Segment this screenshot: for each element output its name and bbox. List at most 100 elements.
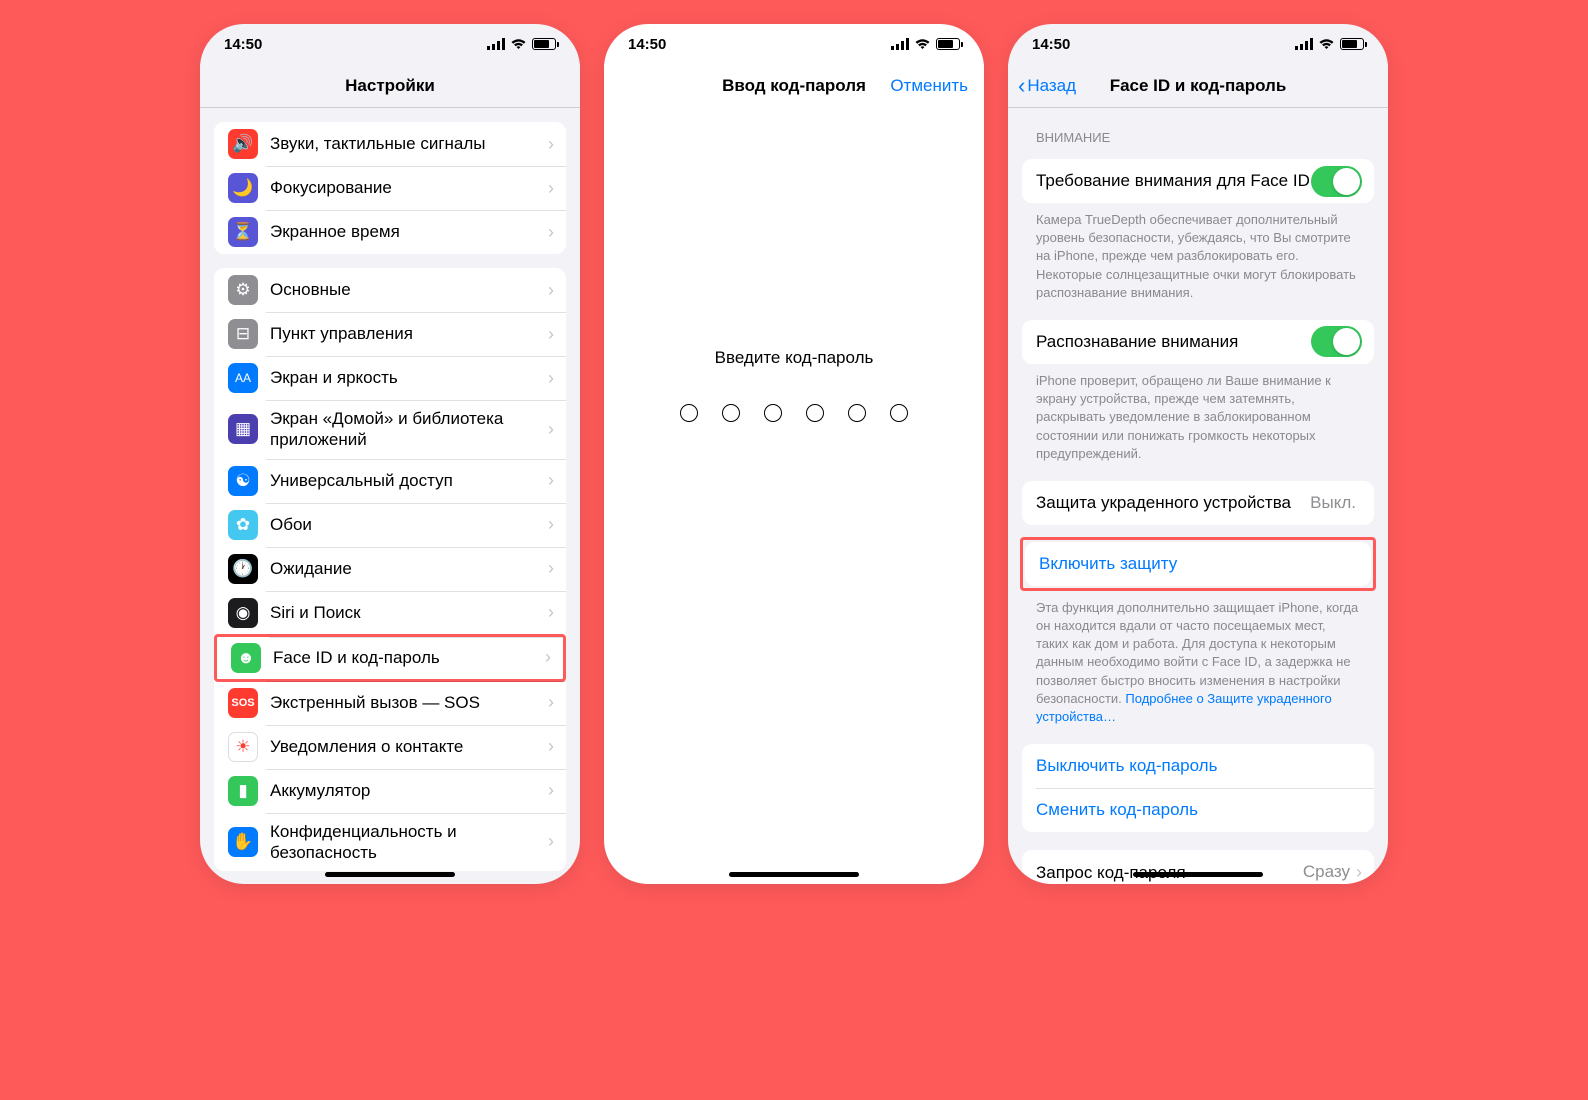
siri-icon: ◉ (228, 598, 258, 628)
row-change-passcode[interactable]: Сменить код-пароль (1022, 788, 1374, 832)
row-enable-protection[interactable]: Включить защиту (1025, 542, 1371, 586)
home-indicator[interactable] (325, 872, 455, 877)
settings-content[interactable]: 🔊 Звуки, тактильные сигналы › 🌙 Фокусиро… (200, 108, 580, 884)
accessibility-icon: ☯ (228, 466, 258, 496)
phone-passcode: 14:50 Ввод код-пароля Отменить Введите к… (604, 24, 984, 884)
status-bar: 14:50 (604, 24, 984, 64)
chevron-icon: › (548, 134, 554, 155)
battery-icon (1340, 38, 1364, 50)
row-exposure[interactable]: ☀ Уведомления о контакте › (214, 725, 566, 769)
chevron-icon: › (548, 280, 554, 301)
row-label: Пункт управления (270, 323, 548, 344)
status-icons (891, 38, 960, 50)
row-label: Экран «Домой» и библиотека приложений (270, 408, 548, 451)
cancel-button[interactable]: Отменить (890, 76, 968, 96)
chevron-icon: › (1356, 862, 1362, 883)
passcode-dot (806, 404, 824, 422)
row-label: Защита украденного устройства (1036, 492, 1310, 513)
row-general[interactable]: ⚙ Основные › (214, 268, 566, 312)
chevron-icon: › (548, 780, 554, 801)
group-aware: Распознавание внимания (1022, 320, 1374, 364)
row-siri[interactable]: ◉ Siri и Поиск › (214, 591, 566, 635)
row-screentime[interactable]: ⏳ Экранное время › (214, 210, 566, 254)
status-icons (487, 38, 556, 50)
moon-icon: 🌙 (228, 173, 258, 203)
faceid-icon: ☻ (231, 643, 261, 673)
contact-icon: ☀ (228, 732, 258, 762)
chevron-icon: › (548, 736, 554, 757)
signal-icon (1295, 38, 1313, 50)
row-display[interactable]: AA Экран и яркость › (214, 356, 566, 400)
chevron-icon: › (548, 222, 554, 243)
row-accessibility[interactable]: ☯ Универсальный доступ › (214, 459, 566, 503)
row-label: Face ID и код-пароль (273, 647, 545, 668)
row-aware[interactable]: Распознавание внимания (1022, 320, 1374, 364)
row-sos[interactable]: SOS Экстренный вызов — SOS › (214, 681, 566, 725)
row-control-center[interactable]: ⊟ Пункт управления › (214, 312, 566, 356)
toggle-attention[interactable] (1311, 166, 1362, 197)
nav-bar-passcode: Ввод код-пароля Отменить (604, 64, 984, 108)
signal-icon (487, 38, 505, 50)
status-time: 14:50 (628, 36, 666, 53)
row-label: Фокусирование (270, 177, 548, 198)
passcode-dot (764, 404, 782, 422)
faceid-content[interactable]: ВНИМАНИЕ Требование внимания для Face ID… (1008, 108, 1388, 884)
row-label: Аккумулятор (270, 780, 548, 801)
passcode-dot (890, 404, 908, 422)
row-privacy[interactable]: ✋ Конфиденциальность и безопасность › (214, 813, 566, 872)
battery-icon (532, 38, 556, 50)
passcode-content: Введите код-пароль (604, 108, 984, 884)
group-attention: Требование внимания для Face ID (1022, 159, 1374, 203)
link-label: Включить защиту (1039, 554, 1359, 574)
chevron-left-icon: ‹ (1018, 75, 1025, 97)
signal-icon (891, 38, 909, 50)
row-homescreen[interactable]: ▦ Экран «Домой» и библиотека приложений … (214, 400, 566, 459)
row-label: Ожидание (270, 558, 548, 579)
row-focus[interactable]: 🌙 Фокусирование › (214, 166, 566, 210)
home-indicator[interactable] (729, 872, 859, 877)
hourglass-icon: ⏳ (228, 217, 258, 247)
chevron-icon: › (545, 647, 551, 668)
row-faceid[interactable]: ☻ Face ID и код-пароль › (214, 634, 566, 682)
row-label: Универсальный доступ (270, 470, 548, 491)
row-battery[interactable]: ▮ Аккумулятор › (214, 769, 566, 813)
wifi-icon (1318, 38, 1335, 50)
row-label: Siri и Поиск (270, 602, 548, 623)
footer-aware: iPhone проверит, обращено ли Ваше вниман… (1036, 372, 1360, 463)
row-detail: Выкл. (1310, 493, 1356, 513)
hand-icon: ✋ (228, 827, 258, 857)
status-icons (1295, 38, 1364, 50)
row-require-passcode[interactable]: Запрос код-пароля Сразу › (1022, 850, 1374, 884)
row-label: Распознавание внимания (1036, 331, 1311, 352)
group-enable-protection: Включить защиту (1025, 542, 1371, 586)
row-require-attention[interactable]: Требование внимания для Face ID (1022, 159, 1374, 203)
chevron-icon: › (548, 602, 554, 623)
flower-icon: ✿ (228, 510, 258, 540)
phone-faceid-settings: 14:50 ‹ Назад Face ID и код-пароль ВНИМА… (1008, 24, 1388, 884)
toggle-aware[interactable] (1311, 326, 1362, 357)
status-bar: 14:50 (1008, 24, 1388, 64)
footer-stolen: Эта функция дополнительно защищает iPhon… (1036, 599, 1360, 726)
status-time: 14:50 (1032, 36, 1070, 53)
settings-group-1: 🔊 Звуки, тактильные сигналы › 🌙 Фокусиро… (214, 122, 566, 254)
row-detail: Сразу (1303, 862, 1350, 882)
back-label: Назад (1027, 76, 1076, 96)
row-label: Экранное время (270, 221, 548, 242)
page-title: Ввод код-пароля (722, 76, 866, 96)
row-wallpaper[interactable]: ✿ Обои › (214, 503, 566, 547)
row-standby[interactable]: 🕐 Ожидание › (214, 547, 566, 591)
row-stolen-protection[interactable]: Защита украденного устройства Выкл. (1022, 481, 1374, 525)
chevron-icon: › (548, 178, 554, 199)
sos-icon: SOS (228, 688, 258, 718)
row-label: Экстренный вызов — SOS (270, 692, 548, 713)
row-disable-passcode[interactable]: Выключить код-пароль (1022, 744, 1374, 788)
passcode-dot (722, 404, 740, 422)
row-sounds[interactable]: 🔊 Звуки, тактильные сигналы › (214, 122, 566, 166)
back-button[interactable]: ‹ Назад (1018, 75, 1076, 97)
chevron-icon: › (548, 692, 554, 713)
switches-icon: ⊟ (228, 319, 258, 349)
row-label: Экран и яркость (270, 367, 548, 388)
home-indicator[interactable] (1133, 872, 1263, 877)
passcode-dots (604, 404, 984, 422)
section-header-attention: ВНИМАНИЕ (1036, 130, 1360, 145)
